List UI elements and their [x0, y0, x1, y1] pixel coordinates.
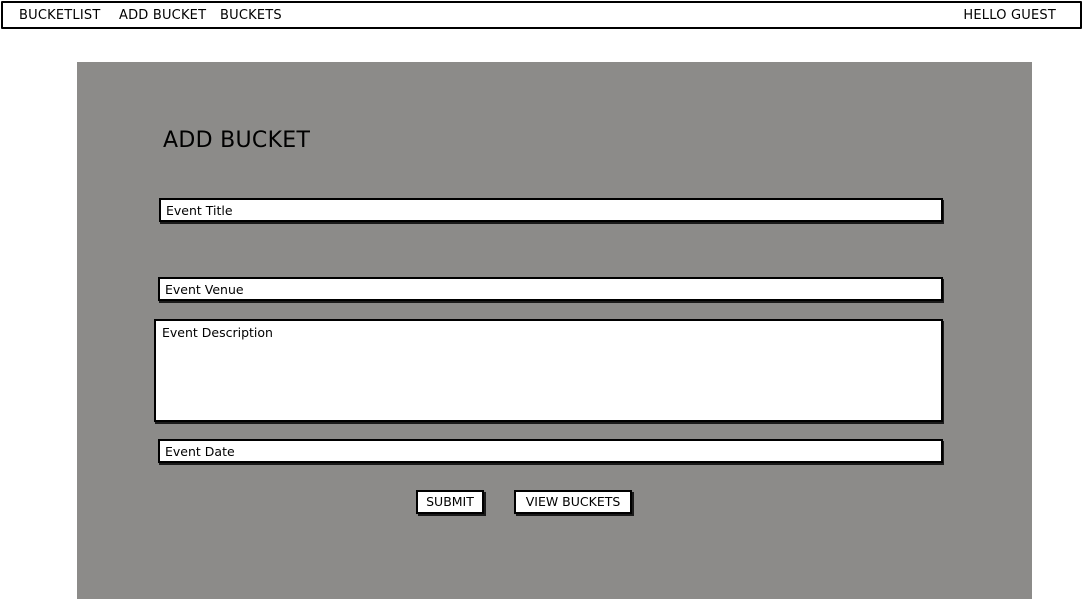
event-venue-input[interactable] — [158, 277, 943, 301]
user-greeting: HELLO GUEST — [963, 8, 1056, 23]
nav-buckets-link[interactable]: BUCKETS — [220, 8, 282, 24]
submit-button[interactable]: SUBMIT — [416, 490, 484, 514]
nav-brand-link[interactable]: BUCKETLIST — [19, 8, 100, 24]
view-buckets-button[interactable]: VIEW BUCKETS — [514, 490, 632, 514]
top-navbar: BUCKETLIST ADD BUCKET BUCKETS HELLO GUES… — [1, 1, 1082, 29]
event-title-input[interactable] — [159, 198, 943, 222]
event-date-input[interactable] — [158, 439, 943, 463]
add-bucket-panel: ADD BUCKET SUBMIT VIEW BUCKETS — [77, 62, 1032, 599]
event-description-textarea[interactable] — [154, 319, 943, 422]
page-title: ADD BUCKET — [163, 128, 311, 153]
nav-add-bucket-link[interactable]: ADD BUCKET — [119, 8, 206, 24]
